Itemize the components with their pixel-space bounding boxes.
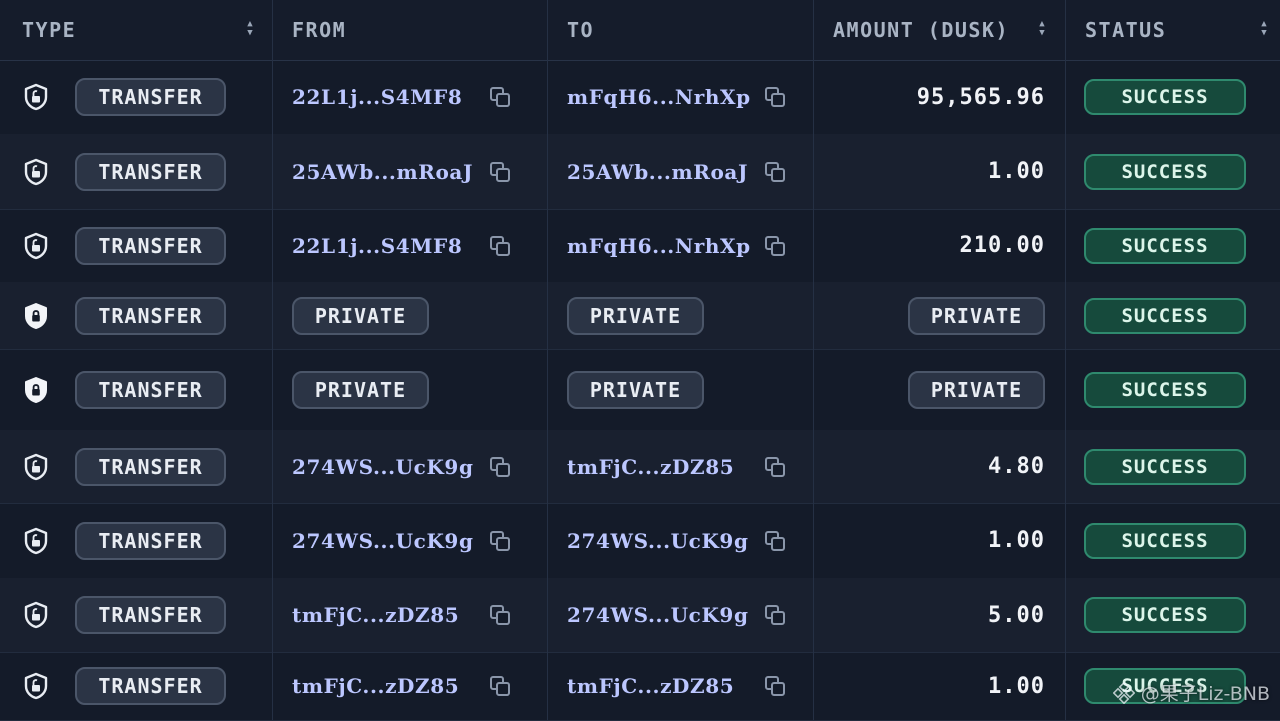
status-badge: SUCCESS (1084, 371, 1246, 408)
column-header-amount[interactable]: AMOUNT (DUSK) (833, 0, 1009, 60)
shield-unlocked-icon (23, 83, 49, 111)
to-address-link[interactable]: mFqH6...NrhXp (567, 233, 751, 259)
copy-icon[interactable] (489, 675, 511, 697)
status-badge: SUCCESS (1084, 227, 1246, 264)
copy-icon[interactable] (489, 456, 511, 478)
amount-private-badge: PRIVATE (908, 296, 1045, 335)
shield-locked-icon (23, 302, 49, 330)
copy-icon[interactable] (489, 235, 511, 257)
status-badge: SUCCESS (1084, 153, 1246, 190)
status-badge: SUCCESS (1084, 597, 1246, 633)
from-address-link[interactable]: 274WS...UcK9g (292, 454, 474, 480)
amount-value: 1.00 (988, 528, 1045, 553)
type-badge: TRANSFER (75, 226, 226, 265)
table-row[interactable]: TRANSFER 22L1j...S4MF8 mFqH6...NrhXp 95,565… (0, 60, 1280, 135)
type-badge: TRANSFER (75, 296, 226, 335)
table-row[interactable]: TRANSFER 22L1j...S4MF8 mFqH6...NrhXp 210.00… (0, 209, 1280, 283)
from-address-link[interactable]: tmFjC...zDZ85 (292, 602, 459, 628)
table-row[interactable]: TRANSFER PRIVATE PRIVATE PRIVATE SUCCESS (0, 282, 1280, 350)
from-private-badge: PRIVATE (292, 296, 429, 335)
shield-unlocked-icon (23, 158, 49, 186)
column-header-from: FROM (292, 18, 347, 42)
status-badge: SUCCESS (1084, 79, 1246, 115)
sort-arrows-icon[interactable]: ▲ ▼ (1035, 18, 1049, 40)
from-address-link[interactable]: 22L1j...S4MF8 (292, 84, 462, 110)
table-row[interactable]: TRANSFER tmFjC...zDZ85 tmFjC...zDZ85 1.00 SU… (0, 652, 1280, 721)
status-badge: SUCCESS (1084, 448, 1246, 485)
copy-icon[interactable] (489, 86, 511, 108)
to-address-link[interactable]: 274WS...UcK9g (567, 528, 749, 554)
from-private-badge: PRIVATE (292, 370, 429, 409)
amount-value: 1.00 (988, 159, 1045, 184)
amount-value: 95,565.96 (916, 84, 1045, 110)
shield-unlocked-icon (23, 453, 49, 481)
copy-icon[interactable] (489, 604, 511, 626)
table-row[interactable]: TRANSFER 274WS...UcK9g 274WS...UcK9g 1.00 SU… (0, 503, 1280, 579)
from-address-link[interactable]: tmFjC...zDZ85 (292, 673, 459, 699)
watermark: @果子Liz-BNB (1112, 679, 1270, 706)
type-badge: TRANSFER (75, 78, 226, 116)
sort-arrows-icon[interactable]: ▲ ▼ (243, 18, 257, 40)
table-row[interactable]: TRANSFER PRIVATE PRIVATE PRIVATE SUCCESS (0, 349, 1280, 431)
status-badge: SUCCESS (1084, 522, 1246, 559)
copy-icon[interactable] (489, 161, 511, 183)
type-badge: TRANSFER (75, 521, 226, 560)
status-badge: SUCCESS (1084, 297, 1246, 334)
shield-unlocked-icon (23, 601, 49, 629)
to-address-link[interactable]: 274WS...UcK9g (567, 602, 749, 628)
table-row[interactable]: TRANSFER 25AWb...mRoaJ 25AWb...mRoaJ 1.00 SU… (0, 134, 1280, 210)
from-address-link[interactable]: 22L1j...S4MF8 (292, 233, 462, 259)
to-address-link[interactable]: tmFjC...zDZ85 (567, 454, 734, 480)
table-row[interactable]: TRANSFER tmFjC...zDZ85 274WS...UcK9g 5.00 SU… (0, 578, 1280, 653)
copy-icon[interactable] (489, 530, 511, 552)
type-badge: TRANSFER (75, 447, 226, 486)
amount-value: 210.00 (959, 233, 1045, 258)
from-address-link[interactable]: 25AWb...mRoaJ (292, 159, 473, 185)
type-badge: TRANSFER (75, 596, 226, 634)
shield-locked-icon (23, 376, 49, 404)
copy-icon[interactable] (764, 161, 786, 183)
to-private-badge: PRIVATE (567, 296, 704, 335)
to-address-link[interactable]: tmFjC...zDZ85 (567, 673, 734, 699)
type-badge: TRANSFER (75, 152, 226, 191)
column-header-type[interactable]: TYPE (22, 0, 76, 60)
amount-value: 4.80 (988, 454, 1045, 479)
bnb-logo-icon (1112, 681, 1135, 704)
column-header-to: TO (567, 18, 595, 42)
to-address-link[interactable]: 25AWb...mRoaJ (567, 159, 748, 185)
sort-arrows-icon[interactable]: ▲ ▼ (1257, 18, 1271, 40)
amount-private-badge: PRIVATE (908, 370, 1045, 409)
copy-icon[interactable] (764, 604, 786, 626)
column-header-status[interactable]: STATUS (1085, 0, 1166, 60)
amount-value: 1.00 (988, 673, 1045, 699)
copy-icon[interactable] (764, 456, 786, 478)
transactions-table: TYPE ▲ ▼ FROM TO AMOUNT (DUSK) ▲ ▼ STATUS … (0, 0, 1280, 721)
shield-unlocked-icon (23, 527, 49, 555)
copy-icon[interactable] (764, 675, 786, 697)
amount-value: 5.00 (988, 602, 1045, 628)
type-badge: TRANSFER (75, 667, 226, 705)
to-private-badge: PRIVATE (567, 370, 704, 409)
shield-unlocked-icon (23, 672, 49, 700)
shield-unlocked-icon (23, 232, 49, 260)
from-address-link[interactable]: 274WS...UcK9g (292, 528, 474, 554)
to-address-link[interactable]: mFqH6...NrhXp (567, 84, 751, 110)
watermark-text: @果子Liz-BNB (1140, 683, 1270, 705)
table-header: TYPE ▲ ▼ FROM TO AMOUNT (DUSK) ▲ ▼ STATUS … (0, 0, 1280, 61)
copy-icon[interactable] (764, 235, 786, 257)
table-row[interactable]: TRANSFER 274WS...UcK9g tmFjC...zDZ85 4.80 SU… (0, 430, 1280, 504)
copy-icon[interactable] (764, 530, 786, 552)
type-badge: TRANSFER (75, 370, 226, 409)
copy-icon[interactable] (764, 86, 786, 108)
